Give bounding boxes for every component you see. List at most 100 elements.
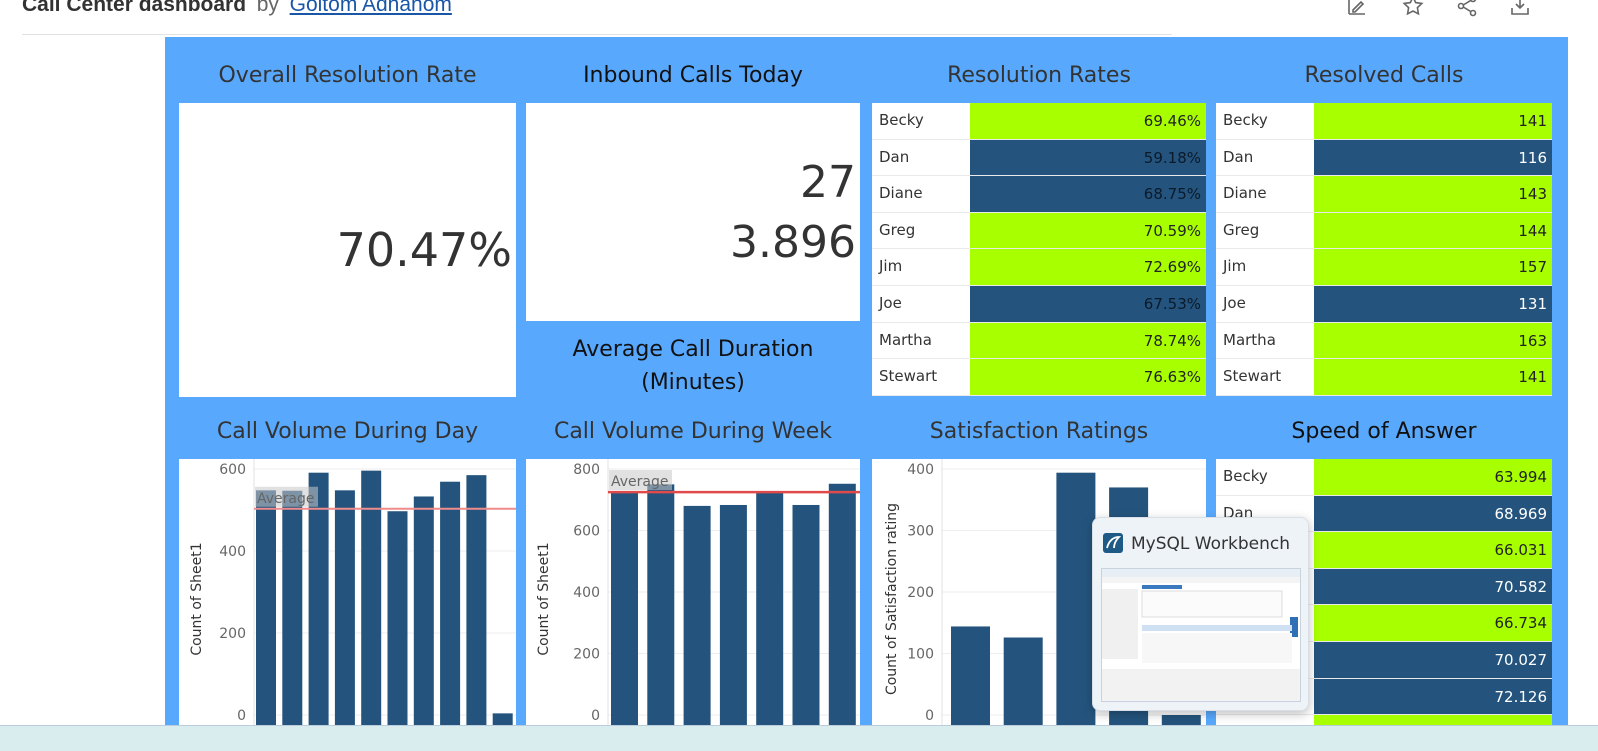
bar (683, 505, 711, 725)
call-volume-day-chart: 0 200 400 600 Count of Sheet1 Average (179, 459, 516, 725)
value-cell: 68.75% (970, 176, 1206, 213)
bar (256, 490, 276, 725)
author-link[interactable]: Goitom Adhanom (290, 0, 452, 16)
avg-duration-value: 3.896 (730, 217, 856, 268)
agent-name: Diane (879, 184, 923, 203)
cell-value: 78.74% (1143, 331, 1201, 350)
edit-icon[interactable] (1345, 0, 1373, 22)
cell-value: 157 (1518, 258, 1547, 277)
table-row[interactable]: Diane 143 (1216, 176, 1552, 213)
value-cell: 72.126 (1314, 678, 1552, 716)
cell-value: 141 (1518, 112, 1547, 130)
preview-thumbnail[interactable] (1101, 568, 1301, 702)
resolution-rates-title: Resolution Rates (947, 63, 1131, 88)
value-cell: 70.027 (1314, 642, 1552, 679)
y-tick-label: 800 (573, 462, 600, 478)
bar (413, 496, 434, 725)
table-row[interactable]: Becky 63.994 (1216, 459, 1552, 496)
cell-value: 143 (1518, 185, 1547, 204)
agent-name: Joe (1223, 294, 1246, 312)
value-cell: 163 (1314, 322, 1552, 360)
y-tick-label: 600 (219, 462, 246, 478)
average-label: Average (257, 491, 315, 507)
bar (1161, 715, 1201, 725)
y-tick-label: 400 (219, 544, 246, 560)
bar (282, 490, 303, 725)
table-row[interactable]: Jim 72.69% (872, 249, 1206, 286)
cell-value: 131 (1518, 295, 1547, 313)
table-row[interactable]: Joe 131 (1216, 286, 1552, 323)
mysql-workbench-icon (1102, 532, 1124, 554)
agent-name: Dan (1223, 147, 1254, 166)
y-tick-label: 600 (573, 524, 600, 540)
top-bar: Call Center dashboard by Goitom Adhanom (0, 0, 1598, 36)
call-volume-day-title: Call Volume During Day (216, 419, 479, 444)
cell-value: 63.994 (1494, 468, 1548, 486)
preview-title: MySQL Workbench (1131, 534, 1290, 554)
bar (792, 504, 820, 725)
table-row[interactable]: Becky 69.46% (872, 103, 1206, 140)
table-row[interactable]: Greg 70.59% (872, 212, 1206, 250)
by-label: by (256, 0, 279, 16)
y-tick-label: 0 (237, 708, 246, 724)
table-row[interactable]: Dan 59.18% (872, 139, 1206, 177)
agent-name: Jim (879, 257, 903, 276)
overall-resolution-card: 70.47% (179, 103, 516, 397)
bar (828, 483, 856, 725)
table-row[interactable]: Jim 157 (1216, 249, 1552, 286)
table-row[interactable]: Martha 163 (1216, 322, 1552, 360)
value-cell: 70.582 (1314, 568, 1552, 606)
cell-value: 66.734 (1494, 614, 1548, 633)
value-cell: 78.74% (970, 322, 1206, 360)
chart-svg: 0 200 400 600 Count of Sheet1 Average (189, 459, 516, 725)
inbound-calls-title: Inbound Calls Today (583, 63, 803, 88)
y-axis-label: Count of Satisfaction rating (884, 503, 900, 695)
table-row[interactable]: Stewart 76.63% (872, 359, 1206, 396)
taskbar-preview-popup[interactable]: MySQL Workbench (1092, 517, 1309, 711)
cell-value: 70.027 (1494, 651, 1548, 669)
agent-name: Becky (879, 111, 924, 129)
bar (466, 475, 487, 725)
agent-name: Joe (879, 294, 902, 312)
bar (440, 481, 461, 725)
download-icon[interactable] (1508, 0, 1536, 22)
y-tick-label: 100 (907, 647, 934, 663)
star-icon[interactable] (1401, 0, 1429, 22)
y-tick-label: 200 (573, 647, 600, 663)
agent-name: Greg (879, 220, 916, 239)
overall-resolution-title: Overall Resolution Rate (218, 63, 477, 88)
y-tick-label: 0 (925, 708, 934, 724)
table-row[interactable]: Becky 141 (1216, 103, 1552, 140)
taskbar (0, 725, 1598, 751)
y-tick-label: 200 (219, 626, 246, 642)
table-row[interactable]: Stewart 141 (1216, 359, 1552, 396)
share-icon[interactable] (1455, 0, 1483, 22)
y-tick-label: 0 (591, 708, 600, 724)
agent-name: Becky (1223, 111, 1268, 129)
cell-value: 116 (1518, 148, 1547, 167)
table-row[interactable]: Greg 144 (1216, 212, 1552, 250)
agent-name: Jim (1223, 257, 1247, 276)
value-cell: 59.18% (970, 139, 1206, 177)
call-volume-week-chart: 0 200 400 600 800 Count of Sheet1 Average (526, 459, 860, 725)
table-row[interactable]: Dan 116 (1216, 139, 1552, 177)
cell-value: 68.75% (1143, 185, 1201, 204)
dashboard-title-line: Call Center dashboard by Goitom Adhanom (22, 0, 452, 17)
cell-value: 76.63% (1143, 368, 1201, 387)
value-cell: 143 (1314, 176, 1552, 213)
table-row[interactable]: Joe 67.53% (872, 286, 1206, 323)
avg-duration-title-line1: Average Call Duration (572, 337, 814, 362)
agent-name: Becky (1223, 467, 1268, 485)
avg-duration-title: Average Call Duration (Minutes) (526, 333, 860, 399)
dashboard-canvas: Overall Resolution Rate Inbound Calls To… (165, 37, 1568, 725)
value-cell: 141 (1314, 359, 1552, 396)
table-row[interactable]: Diane 68.75% (872, 176, 1206, 213)
table-row[interactable] (1216, 715, 1552, 725)
table-row[interactable]: Martha 78.74% (872, 322, 1206, 360)
cell-value: 69.46% (1143, 112, 1201, 130)
agent-name: Dan (879, 147, 910, 166)
bar (756, 492, 784, 725)
satisfaction-ratings-title: Satisfaction Ratings (929, 419, 1149, 444)
value-cell: 63.994 (1314, 459, 1552, 496)
bar (492, 713, 513, 725)
